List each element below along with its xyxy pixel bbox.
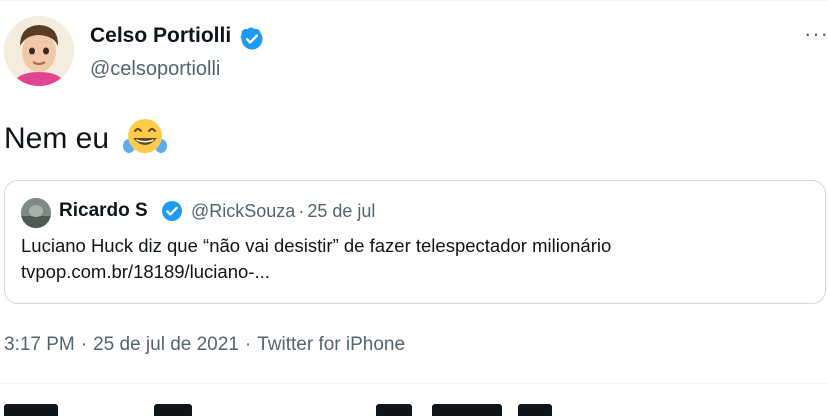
tweet-date[interactable]: 25 de jul de 2021 — [93, 334, 239, 355]
verified-badge-icon — [162, 201, 182, 221]
engagement-stats-cropped — [4, 404, 564, 416]
tweet-time[interactable]: 3:17 PM — [4, 334, 75, 355]
bottom-divider — [0, 383, 828, 384]
quoted-author-display-name[interactable]: Ricardo S — [59, 200, 148, 222]
tweet-source[interactable]: Twitter for iPhone — [257, 334, 405, 355]
quoted-text-line: Luciano Huck diz que “não vai desistir” … — [21, 235, 612, 256]
top-divider — [0, 0, 828, 1]
separator: · — [80, 334, 88, 355]
separator: · — [298, 201, 305, 221]
quoted-meta: @RickSouza · 25 de jul — [191, 201, 375, 222]
quoted-tweet-card[interactable]: Ricardo S @RickSouza · 25 de jul Luciano H… — [4, 180, 826, 304]
quoted-author-avatar[interactable] — [21, 198, 51, 228]
verified-badge-icon — [240, 27, 263, 50]
tweet-timestamp: 3:17 PM · 25 de jul de 2021 · Twitter for iP… — [4, 334, 405, 356]
author-avatar[interactable] — [4, 16, 74, 86]
tweet-text: Nem eu — [4, 116, 168, 156]
quoted-tweet-text: Luciano Huck diz que “não vai desistir” … — [21, 233, 611, 285]
separator: · — [244, 334, 252, 355]
author-display-name[interactable]: Celso Portiolli — [90, 24, 231, 48]
face-with-tears-of-joy-icon — [123, 119, 168, 153]
quoted-author-handle: @RickSouza — [191, 201, 296, 221]
tweet-text-content: Nem eu — [4, 122, 110, 155]
quoted-link[interactable]: tvpop.com.br/18189/luciano-... — [21, 259, 611, 285]
quoted-date: 25 de jul — [307, 201, 376, 221]
author-handle[interactable]: @celsoportiolli — [90, 58, 220, 81]
more-options-icon[interactable]: ··· — [804, 23, 828, 45]
